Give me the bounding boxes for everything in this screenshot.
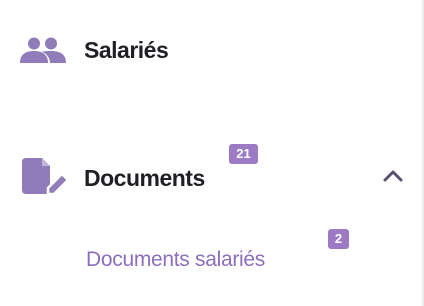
count-badge: 21	[229, 144, 258, 164]
sidebar-subitem-documents-salaries[interactable]: Documents salariés 2	[86, 229, 386, 284]
sidebar-item-salaries[interactable]: Salariés	[0, 18, 400, 82]
sidebar-item-documents[interactable]: Documents 21	[0, 140, 420, 212]
sidebar: Salariés Documents 21 Documents salariés…	[0, 0, 424, 306]
count-badge: 2	[328, 229, 349, 249]
sidebar-subitem-label: Documents salariés	[86, 248, 266, 271]
sidebar-item-label: Salariés	[84, 37, 169, 63]
document-edit-icon	[22, 158, 70, 194]
people-icon	[20, 36, 70, 66]
sidebar-item-label: Documents	[84, 165, 205, 191]
chevron-up-icon[interactable]	[380, 166, 406, 186]
